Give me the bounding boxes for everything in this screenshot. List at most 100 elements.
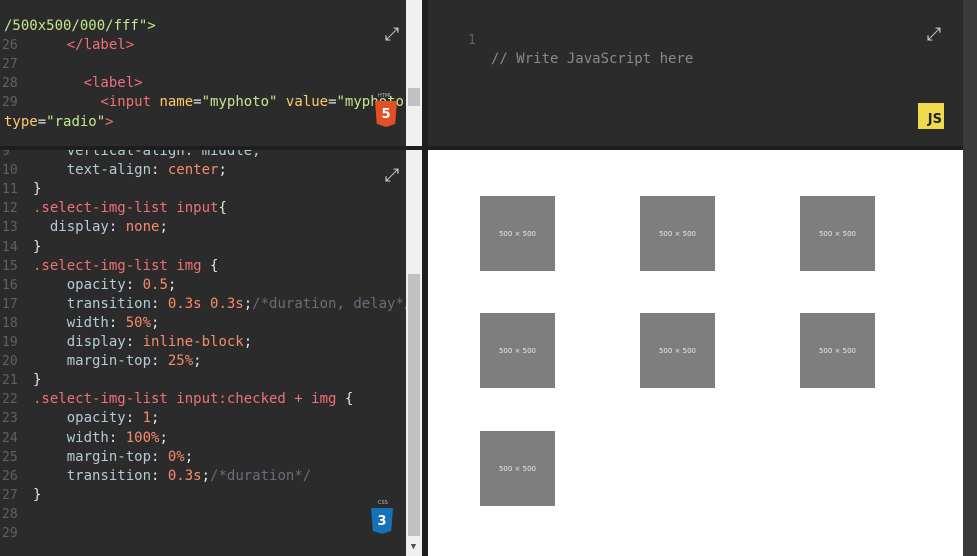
code-line[interactable]: 12 .select-img-list input{ <box>0 199 406 218</box>
code-line[interactable]: 13 display: none; <box>0 218 406 237</box>
code-token: type <box>4 113 38 130</box>
code-token: </label> <box>66 37 135 54</box>
code-text: opacity: 0.5; <box>33 276 177 295</box>
result-preview-pane[interactable]: 500 × 500 500 × 500 500 × 500 500 × 500 … <box>428 150 963 556</box>
line-number: 15 <box>2 258 18 274</box>
code-line[interactable]: 14} <box>0 238 406 257</box>
html-editor-pane[interactable]: /500x500/000/fff"> 26 </label> 27 28 <label… <box>0 0 422 146</box>
code-line[interactable]: 25 margin-top: 0%; <box>0 448 406 467</box>
code-text: transition: 0.3s 0.3s;/*duration, delay*… <box>33 295 413 314</box>
scroll-down-arrow-icon[interactable]: ▼ <box>406 540 421 554</box>
expand-icon[interactable]: ⤢ <box>381 23 403 45</box>
code-line[interactable]: 15 .select-img-list img { <box>0 257 406 276</box>
preview-image[interactable]: 500 × 500 <box>800 313 875 388</box>
code-token: <input <box>100 94 160 111</box>
line-number: 18 <box>2 315 18 331</box>
line-number: 26 <box>2 38 18 54</box>
html-scrollbar-thumb[interactable] <box>408 88 420 106</box>
line-number: 28 <box>2 76 18 92</box>
code-line[interactable]: 28 <box>0 505 406 524</box>
code-token: { <box>336 391 354 408</box>
line-number: 20 <box>2 354 18 370</box>
js-editor-pane[interactable]: 1 // Write JavaScript here ⤢ JS <box>428 0 963 146</box>
preview-image[interactable]: 500 × 500 <box>480 431 555 506</box>
code-token: : <box>151 448 168 465</box>
code-line[interactable]: 10 text-align: center; <box>0 161 406 180</box>
code-text: } <box>33 180 41 199</box>
preview-image[interactable]: 500 × 500 <box>480 313 555 388</box>
code-line[interactable]: /500x500/000/fff"> <box>0 17 406 36</box>
code-token: margin-top <box>66 353 152 370</box>
code-token: : <box>125 410 143 427</box>
code-line[interactable]: 22 .select-img-list input:checked + img { <box>0 390 406 409</box>
expand-icon[interactable]: ⤢ <box>923 23 945 45</box>
css-scrollbar-thumb[interactable] <box>408 274 420 536</box>
code-line[interactable]: 27} <box>0 486 406 505</box>
preview-image[interactable]: 500 × 500 <box>640 196 715 271</box>
code-token: : <box>151 162 168 179</box>
code-line[interactable]: 23 opacity: 1; <box>0 409 406 428</box>
code-token: 0.3s 0.3s <box>167 295 244 312</box>
code-text: transition: 0.3s;/*duration*/ <box>33 467 311 486</box>
line-number: 19 <box>2 335 18 350</box>
line-number: 10 <box>2 163 18 179</box>
code-line[interactable]: 20 margin-top: 25%; <box>0 352 406 371</box>
code-line[interactable]: 18 width: 50%; <box>0 314 406 333</box>
code-token: vertical-align: middle; <box>33 150 261 159</box>
line-number: 23 <box>2 411 18 427</box>
code-token: ; <box>159 429 168 446</box>
code-line[interactable]: type="radio"> <box>0 113 406 132</box>
code-token: /*duration, delay*/ <box>252 295 413 312</box>
code-line[interactable]: 17 transition: 0.3s 0.3s;/*duration, del… <box>0 295 412 314</box>
code-line[interactable]: 26 transition: 0.3s;/*duration*/ <box>0 467 406 486</box>
code-text: } <box>33 371 41 390</box>
code-line[interactable]: 9 vertical-align: middle; <box>0 150 406 161</box>
code-token: opacity <box>66 410 126 427</box>
code-token: <label> <box>83 75 143 92</box>
code-token: = <box>328 94 337 111</box>
code-line[interactable]: 28 <label> <box>0 74 406 93</box>
css3-icon: 3 <box>371 508 393 534</box>
code-token: value <box>285 94 329 111</box>
code-line[interactable]: 24 width: 100%; <box>0 429 406 448</box>
line-number: 12 <box>2 201 18 217</box>
line-number: 1 <box>468 33 476 48</box>
css-editor-pane[interactable]: 9 vertical-align: middle; 10 text-align: … <box>0 150 422 556</box>
code-line[interactable]: 26 </label> <box>0 36 406 55</box>
code-line[interactable]: 21} <box>0 371 406 390</box>
code-token: : <box>125 334 143 350</box>
code-line[interactable]: 19 display: inline-block; <box>0 333 406 352</box>
code-token: display <box>66 334 126 350</box>
code-line[interactable]: 29 <box>0 524 406 543</box>
code-token: "radio" <box>46 113 106 130</box>
code-token: 100% <box>125 429 160 446</box>
css-scrollbar[interactable]: ▼ <box>406 150 422 556</box>
html-scrollbar[interactable] <box>406 0 422 146</box>
preview-image[interactable]: 500 × 500 <box>640 313 715 388</box>
code-text: .select-img-list img { <box>33 257 218 276</box>
code-token: 0.5 <box>142 276 168 293</box>
line-number: 26 <box>2 468 18 484</box>
code-line[interactable]: 16 opacity: 0.5; <box>0 276 406 295</box>
code-text: <input name="myphoto" value="myphoto <box>33 93 404 112</box>
code-line[interactable]: 27 <box>0 55 406 74</box>
code-token: transition <box>66 295 152 312</box>
code-token: > <box>105 113 114 130</box>
code-line[interactable]: 11} <box>0 180 406 199</box>
line-number: 29 <box>2 95 18 111</box>
js-code-line[interactable]: 1 // Write JavaScript here <box>428 12 963 67</box>
preview-image[interactable]: 500 × 500 <box>800 196 875 271</box>
expand-icon[interactable]: ⤢ <box>381 164 403 186</box>
line-number: 14 <box>2 239 18 255</box>
line-number: 9 <box>2 150 10 159</box>
code-line[interactable]: 29 <input name="myphoto" value="myphoto <box>0 93 406 112</box>
code-token: : <box>108 314 126 331</box>
code-token: center <box>167 162 219 179</box>
preview-image[interactable]: 500 × 500 <box>480 196 555 271</box>
code-token: display <box>49 219 109 236</box>
line-number: 17 <box>2 296 18 312</box>
